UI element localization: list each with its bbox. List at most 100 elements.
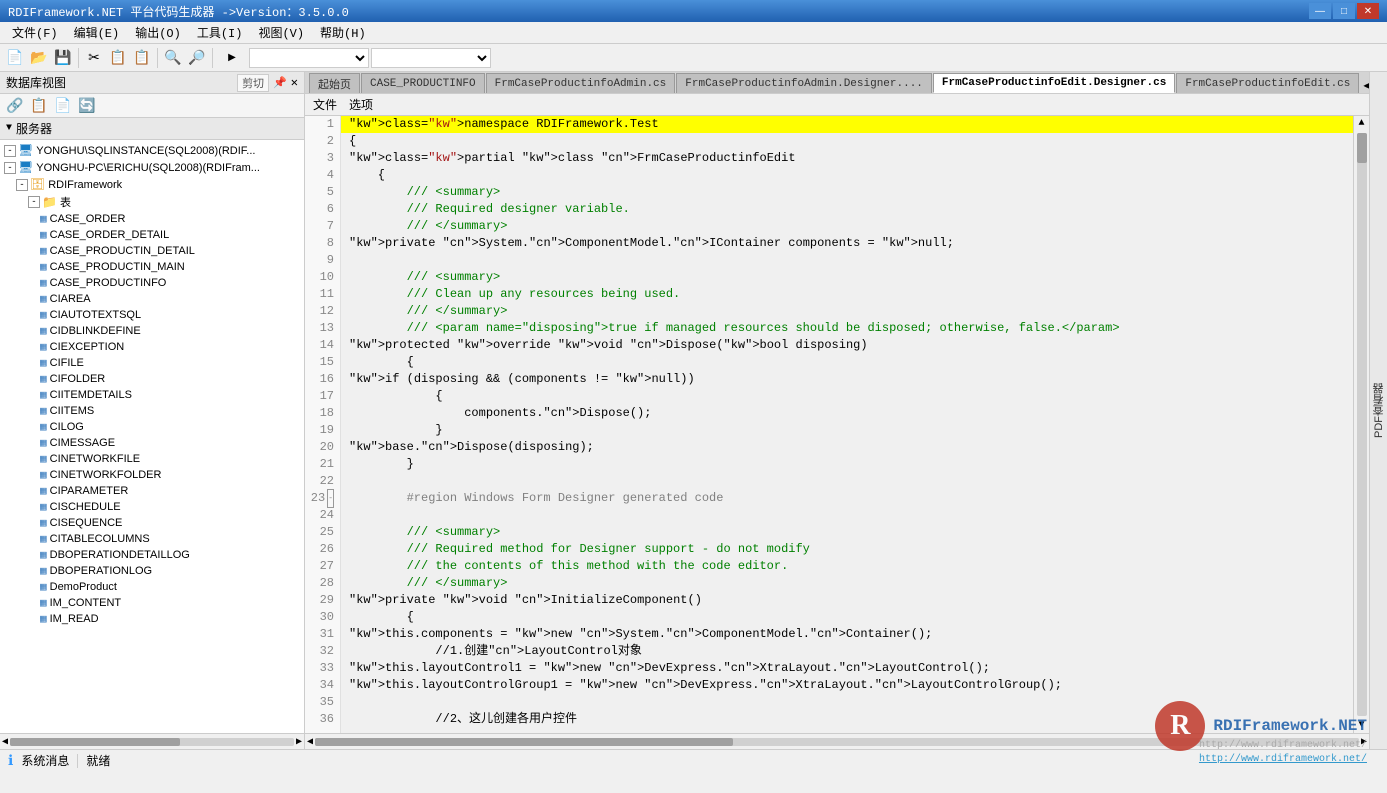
table-item[interactable]: ▦CASE_ORDER_DETAIL	[0, 227, 304, 243]
tab-start[interactable]: 起始页	[309, 73, 360, 93]
run-button[interactable]: ▶	[217, 47, 247, 69]
tab-case-productinfo[interactable]: CASE_PRODUCTINFO	[361, 73, 485, 93]
right-panel[interactable]: PDF查看器	[1369, 72, 1387, 749]
table-item[interactable]: ▦CIEXCEPTION	[0, 339, 304, 355]
code-line: }	[341, 456, 1353, 473]
table-item[interactable]: ▦CASE_ORDER	[0, 211, 304, 227]
tab-frm-admin-cs[interactable]: FrmCaseProductinfoAdmin.cs	[486, 73, 676, 93]
tree-container[interactable]: - 🖥 YONGHU\SQLINSTANCE(SQL2008)(RDIF... …	[0, 140, 304, 733]
pin-icon[interactable]: 📌	[273, 76, 287, 90]
left-scrollbar[interactable]: ◀ ▶	[0, 733, 304, 749]
file-toolbar: 文件 选项	[305, 94, 1369, 116]
toolbar: 📄 📂 💾 ✂ 📋 📋 🔍 🔎 ▶	[0, 44, 1387, 72]
zoom-out-button[interactable]: 🔎	[186, 47, 208, 69]
table-list: ▦CASE_ORDER▦CASE_ORDER_DETAIL▦CASE_PRODU…	[0, 211, 304, 627]
table-item[interactable]: ▦CIAREA	[0, 291, 304, 307]
output-select[interactable]	[371, 48, 491, 68]
table-item[interactable]: ▦CASE_PRODUCTIN_MAIN	[0, 259, 304, 275]
table-item[interactable]: ▦CINETWORKFOLDER	[0, 467, 304, 483]
scroll-up-btn[interactable]: ▲	[1356, 116, 1366, 131]
line-number: 7	[305, 218, 340, 235]
table-item[interactable]: ▦CIFOLDER	[0, 371, 304, 387]
refresh-button[interactable]: 🔄	[76, 95, 98, 117]
tab-frm-edit-cs[interactable]: FrmCaseProductinfoEdit.cs	[1176, 73, 1359, 93]
table-item[interactable]: ▦CASE_PRODUCTIN_DETAIL	[0, 243, 304, 259]
table-item[interactable]: ▦DBOPERATIONDETAILLOG	[0, 547, 304, 563]
doc-button[interactable]: 📄	[52, 95, 74, 117]
tree-server1[interactable]: - 🖥 YONGHU\SQLINSTANCE(SQL2008)(RDIF...	[0, 142, 304, 159]
tab-prev-btn[interactable]: ◀	[1360, 78, 1369, 93]
table-item[interactable]: ▦DemoProduct	[0, 579, 304, 595]
template-select[interactable]	[249, 48, 369, 68]
new-button[interactable]: 📄	[4, 47, 26, 69]
menu-tools[interactable]: 工具(I)	[189, 22, 251, 43]
table-item[interactable]: ▦CIPARAMETER	[0, 483, 304, 499]
db1-icon: 🗄	[30, 177, 45, 192]
table-item[interactable]: ▦IM_CONTENT	[0, 595, 304, 611]
h-scroll-thumb[interactable]	[315, 738, 733, 746]
watermark-url2[interactable]: http://www.rdiframework.net/	[1199, 754, 1367, 765]
v-scroll-thumb[interactable]	[1357, 133, 1367, 163]
expand-server2[interactable]: -	[4, 162, 16, 174]
code-line: "kw">class="kw">partial "kw">class "cn">…	[341, 150, 1353, 167]
table-item[interactable]: ▦CIFILE	[0, 355, 304, 371]
copy-tree-button[interactable]: 📋	[28, 95, 50, 117]
scroll-thumb[interactable]	[10, 738, 180, 746]
close-panel-button[interactable]: ✕	[291, 75, 298, 90]
code-line: /// <summary>	[341, 524, 1353, 541]
expand-tables[interactable]: -	[28, 196, 40, 208]
scroll-left-btn[interactable]: ◀	[2, 736, 8, 748]
code-scroll[interactable]: "kw">class="kw">namespace RDIFramework.T…	[341, 116, 1353, 733]
cut-button[interactable]: ✂	[83, 47, 105, 69]
table-item[interactable]: ▦CIITEMDETAILS	[0, 387, 304, 403]
table-item[interactable]: ▦CILOG	[0, 419, 304, 435]
table-item[interactable]: ▦CIMESSAGE	[0, 435, 304, 451]
table-item[interactable]: ▦CIDBLINKDEFINE	[0, 323, 304, 339]
table-item[interactable]: ▦DBOPERATIONLOG	[0, 563, 304, 579]
left-panel-toolbar: 🔗 📋 📄 🔄	[0, 94, 304, 118]
vertical-scrollbar[interactable]: ▲ ▼	[1353, 116, 1369, 733]
line-number: 10	[305, 269, 340, 286]
line-number: 13	[305, 320, 340, 337]
code-line: /// Clean up any resources being used.	[341, 286, 1353, 303]
menu-help[interactable]: 帮助(H)	[312, 22, 374, 43]
server2-icon: 🖥	[18, 160, 33, 175]
menu-file[interactable]: 文件(F)	[4, 22, 66, 43]
menu-output[interactable]: 输出(O)	[127, 22, 189, 43]
expand-server1[interactable]: -	[4, 145, 16, 157]
open-button[interactable]: 📂	[28, 47, 50, 69]
menu-edit[interactable]: 编辑(E)	[66, 22, 128, 43]
tab-frm-admin-designer[interactable]: FrmCaseProductinfoAdmin.Designer....	[676, 73, 932, 93]
scroll-right-btn[interactable]: ▶	[296, 736, 302, 748]
connect-button[interactable]: 🔗	[4, 95, 26, 117]
tree-db1[interactable]: - 🗄 RDIFramework	[0, 176, 304, 193]
line-number: 22	[305, 473, 340, 490]
expand-db1[interactable]: -	[16, 179, 28, 191]
table-item[interactable]: ▦CASE_PRODUCTINFO	[0, 275, 304, 291]
menu-view[interactable]: 视图(V)	[250, 22, 312, 43]
tree-server2[interactable]: - 🖥 YONGHU-PC\ERICHU(SQL2008)(RDIFram...	[0, 159, 304, 176]
minimize-button[interactable]: —	[1309, 3, 1331, 19]
maximize-button[interactable]: □	[1333, 3, 1355, 19]
table-item[interactable]: ▦CISCHEDULE	[0, 499, 304, 515]
paste-button[interactable]: 📋	[131, 47, 153, 69]
tree-tables[interactable]: - 📁 表	[0, 193, 304, 211]
table-item[interactable]: ▦CIAUTOTEXTSQL	[0, 307, 304, 323]
copy-button[interactable]: 📋	[107, 47, 129, 69]
table-item[interactable]: ▦IM_READ	[0, 611, 304, 627]
table-item[interactable]: ▦CITABLECOLUMNS	[0, 531, 304, 547]
close-button[interactable]: ✕	[1357, 3, 1379, 19]
tab-frm-edit-designer[interactable]: FrmCaseProductinfoEdit.Designer.cs	[933, 73, 1175, 93]
code-line: "kw">this.layoutControlGroup1 = "kw">new…	[341, 677, 1353, 694]
file-menu-item[interactable]: 文件	[313, 96, 337, 113]
h-scroll-left[interactable]: ◀	[307, 736, 313, 748]
line-number: 2	[305, 133, 340, 150]
server1-label: YONGHU\SQLINSTANCE(SQL2008)(RDIF...	[36, 145, 255, 157]
table-item[interactable]: ▦CIITEMS	[0, 403, 304, 419]
table-item[interactable]: ▦CINETWORKFILE	[0, 451, 304, 467]
menu-bar: 文件(F) 编辑(E) 输出(O) 工具(I) 视图(V) 帮助(H)	[0, 22, 1387, 44]
zoom-in-button[interactable]: 🔍	[162, 47, 184, 69]
table-item[interactable]: ▦CISEQUENCE	[0, 515, 304, 531]
save-button[interactable]: 💾	[52, 47, 74, 69]
choice-menu-item[interactable]: 选项	[349, 96, 373, 113]
